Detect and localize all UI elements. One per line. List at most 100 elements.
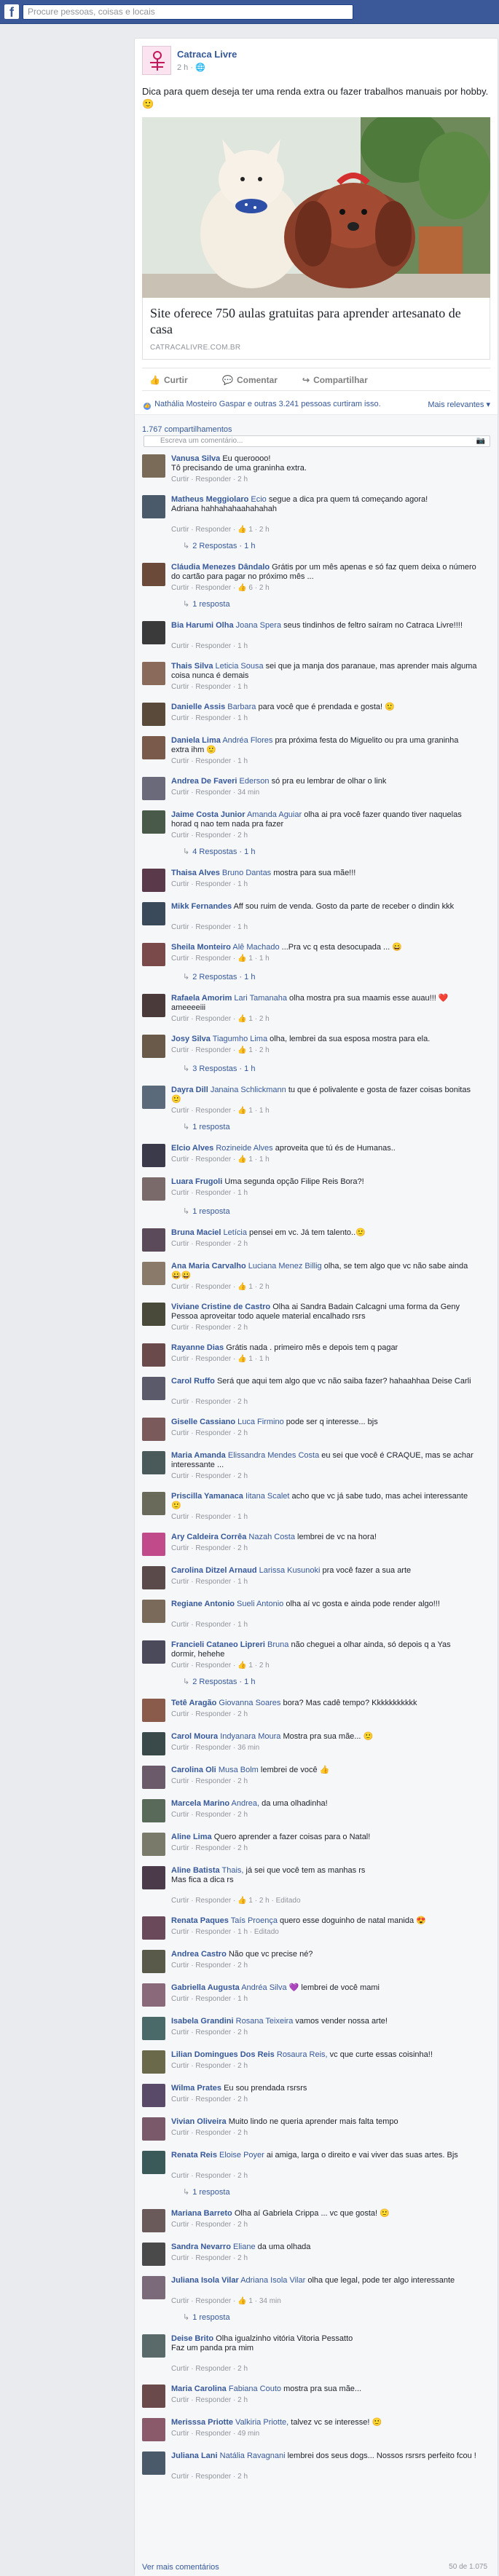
view-replies-link[interactable]: ↳ 1 resposta bbox=[183, 2187, 230, 2197]
comment-meta[interactable]: Curtir · Responder · 2 h bbox=[171, 1240, 248, 1248]
comment-meta[interactable]: Curtir · Responder · 1 h bbox=[171, 1513, 248, 1521]
comment-meta[interactable]: Curtir · Responder · 👍 1 · 2 h bbox=[171, 1046, 270, 1054]
comment-meta[interactable]: Curtir · Responder · 2 h bbox=[171, 1544, 248, 1552]
commenter-name[interactable]: Andrea Castro bbox=[171, 1950, 227, 1959]
tagged-person[interactable]: Eloise Poyer bbox=[219, 2151, 264, 2160]
commenter-avatar[interactable] bbox=[142, 1833, 165, 1856]
commenter-name[interactable]: Mikk Fernandes bbox=[171, 902, 232, 911]
commenter-avatar[interactable] bbox=[142, 736, 165, 759]
commenter-avatar[interactable] bbox=[142, 1600, 165, 1623]
commenter-name[interactable]: Rafaela Amorim bbox=[171, 994, 232, 1003]
tagged-person[interactable]: Janaina Schlickmann bbox=[211, 1086, 286, 1094]
commenter-name[interactable]: Maria Amanda bbox=[171, 1451, 226, 1460]
comment-meta[interactable]: Curtir · Responder · 2 h bbox=[171, 831, 248, 839]
commenter-avatar[interactable] bbox=[142, 2418, 165, 2441]
commenter-name[interactable]: Carolina Oli bbox=[171, 1766, 216, 1774]
tagged-person[interactable]: Giovanna Soares bbox=[219, 1699, 280, 1707]
commenter-name[interactable]: Juliana Isola Vilar bbox=[171, 2276, 239, 2285]
comment-meta[interactable]: Curtir · Responder · 👍 1 · 2 h bbox=[171, 1283, 270, 1291]
commenter-avatar[interactable] bbox=[142, 869, 165, 892]
tagged-person[interactable]: Larissa Kusunoki bbox=[259, 1566, 321, 1575]
comment-meta[interactable]: Curtir · Responder · 👍 1 · 2 h bbox=[171, 1015, 270, 1023]
tagged-person[interactable]: Leticia Sousa bbox=[216, 662, 264, 671]
commenter-name[interactable]: Danielle Assis bbox=[171, 703, 225, 711]
comment-meta[interactable]: Curtir · Responder · 2 h bbox=[171, 2172, 248, 2180]
comment-meta[interactable]: Curtir · Responder · 36 min bbox=[171, 1744, 259, 1752]
comment-meta[interactable]: Curtir · Responder · 👍 1 · 2 h bbox=[171, 1662, 270, 1670]
commenter-avatar[interactable] bbox=[142, 902, 165, 925]
commenter-name[interactable]: Priscilla Yamanaca bbox=[171, 1492, 243, 1501]
tagged-person[interactable]: Elissandra Mendes Costa bbox=[228, 1451, 319, 1460]
tagged-person[interactable]: Natália Ravagnani bbox=[220, 2451, 286, 2460]
commenter-avatar[interactable] bbox=[142, 994, 165, 1017]
comment-meta[interactable]: Curtir · Responder · 👍 1 · 2 h bbox=[171, 526, 270, 534]
commenter-avatar[interactable] bbox=[142, 703, 165, 726]
commenter-avatar[interactable] bbox=[142, 1343, 165, 1367]
tagged-person[interactable]: Ederson bbox=[240, 777, 270, 786]
post-timestamp[interactable]: 2 h · 🌐 bbox=[177, 63, 205, 72]
commenter-avatar[interactable] bbox=[142, 621, 165, 644]
commenter-name[interactable]: Wilma Prates bbox=[171, 2084, 221, 2093]
commenter-name[interactable]: Sandra Nevarro bbox=[171, 2243, 231, 2251]
comment-meta[interactable]: Curtir · Responder · 2 h bbox=[171, 1429, 248, 1437]
commenter-avatar[interactable] bbox=[142, 1086, 165, 1109]
facebook-logo-icon[interactable]: f bbox=[4, 4, 19, 20]
relevance-dropdown[interactable]: Mais relevantes ▾ bbox=[428, 400, 490, 409]
comment-meta[interactable]: Curtir · Responder · 2 h bbox=[171, 1844, 248, 1852]
comment-meta[interactable]: Curtir · Responder · 2 h bbox=[171, 2396, 248, 2404]
tagged-person[interactable]: Alê Machado bbox=[232, 943, 279, 952]
comment-meta[interactable]: Curtir · Responder · 1 h bbox=[171, 642, 248, 650]
commenter-name[interactable]: Renata Reis bbox=[171, 2151, 217, 2160]
commenter-avatar[interactable] bbox=[142, 1916, 165, 1940]
comment-meta[interactable]: Curtir · Responder · 2 h bbox=[171, 2221, 248, 2229]
commenter-name[interactable]: Ary Caldeira Corrêa bbox=[171, 1533, 246, 1541]
comment-meta[interactable]: Curtir · Responder · 1 h bbox=[171, 1189, 248, 1197]
commenter-name[interactable]: Daniela Lima bbox=[171, 736, 221, 745]
commenter-name[interactable]: Carol Ruffo bbox=[171, 1377, 215, 1386]
commenter-name[interactable]: Gabriella Augusta bbox=[171, 1983, 240, 1992]
tagged-person[interactable]: Rosana Teixeira bbox=[236, 2017, 294, 2026]
commenter-avatar[interactable] bbox=[142, 1983, 165, 2007]
commenter-avatar[interactable] bbox=[142, 1766, 165, 1789]
commenter-avatar[interactable] bbox=[142, 2451, 165, 2475]
link-title[interactable]: Site oferece 750 aulas gratuitas para ap… bbox=[150, 305, 478, 337]
commenter-name[interactable]: Ana Maria Carvalho bbox=[171, 1262, 246, 1271]
commenter-avatar[interactable] bbox=[142, 1177, 165, 1201]
comment-meta[interactable]: Curtir · Responder · 2 h bbox=[171, 2028, 248, 2036]
comment-meta[interactable]: Curtir · Responder · 49 min bbox=[171, 2430, 259, 2438]
commenter-avatar[interactable] bbox=[142, 2017, 165, 2040]
commenter-avatar[interactable] bbox=[142, 1451, 165, 1474]
commenter-name[interactable]: Vanusa Silva bbox=[171, 454, 220, 463]
tagged-person[interactable]: Barbara bbox=[227, 703, 256, 711]
comment-meta[interactable]: Curtir · Responder · 2 h bbox=[171, 2473, 248, 2481]
comment-meta[interactable]: Curtir · Responder · 1 h bbox=[171, 757, 248, 765]
commenter-name[interactable]: Andrea De Faveri bbox=[171, 777, 237, 786]
comment-meta[interactable]: Curtir · Responder · 2 h bbox=[171, 1710, 248, 1718]
comment-meta[interactable]: Curtir · Responder · 2 h bbox=[171, 1324, 248, 1332]
comment-meta[interactable]: Curtir · Responder · 1 h bbox=[171, 1621, 248, 1629]
like-button[interactable]: 👍 Curtir bbox=[149, 375, 188, 385]
commenter-avatar[interactable] bbox=[142, 1144, 165, 1167]
commenter-avatar[interactable] bbox=[142, 1699, 165, 1722]
tagged-person[interactable]: Fabiana Couto bbox=[229, 2385, 281, 2393]
tagged-person[interactable]: Lari Tamanaha bbox=[234, 994, 287, 1003]
comment-meta[interactable]: Curtir · Responder · 👍 1 · 1 h bbox=[171, 955, 270, 963]
commenter-avatar[interactable] bbox=[142, 454, 165, 478]
comment-meta[interactable]: Curtir · Responder · 1 h · Editado bbox=[171, 1928, 279, 1936]
commenter-avatar[interactable] bbox=[142, 563, 165, 586]
tagged-person[interactable]: Musa Bolm bbox=[219, 1766, 259, 1774]
tagged-person[interactable]: Iitana Scalet bbox=[245, 1492, 290, 1501]
commenter-name[interactable]: Bruna Maciel bbox=[171, 1228, 221, 1237]
commenter-avatar[interactable] bbox=[142, 2084, 165, 2107]
tagged-person[interactable]: Eliane bbox=[233, 2243, 256, 2251]
page-avatar[interactable] bbox=[142, 46, 171, 75]
comment-meta[interactable]: Curtir · Responder · 2 h bbox=[171, 2062, 248, 2070]
comment-meta[interactable]: Curtir · Responder · 👍 1 · 34 min bbox=[171, 2297, 281, 2305]
commenter-name[interactable]: Dayra Dill bbox=[171, 1086, 208, 1094]
comment-meta[interactable]: Curtir · Responder · 2 h bbox=[171, 1472, 248, 1480]
commenter-avatar[interactable] bbox=[142, 662, 165, 685]
tagged-person[interactable]: Letícia bbox=[224, 1228, 247, 1237]
comment-meta[interactable]: Curtir · Responder · 1 h bbox=[171, 1995, 248, 2003]
share-button[interactable]: ↪ Compartilhar bbox=[302, 375, 368, 385]
view-replies-link[interactable]: ↳ 1 resposta bbox=[183, 2312, 230, 2322]
